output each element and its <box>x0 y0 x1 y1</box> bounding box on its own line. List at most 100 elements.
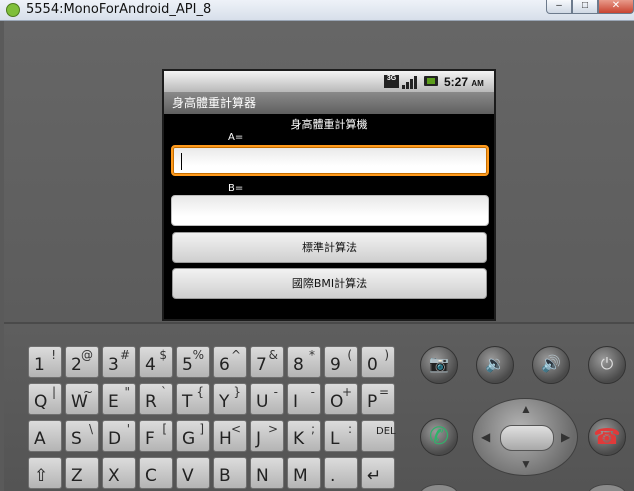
window-title-bar: 5554:MonoForAndroid_API_8 – □ ✕ <box>0 0 634 21</box>
key-row2-0[interactable]: Q | <box>28 383 62 415</box>
dpad-left-icon[interactable]: ◀ <box>481 430 490 444</box>
dpad-center-button[interactable] <box>500 425 554 451</box>
dpad[interactable]: ▲ ▼ ◀ ▶ <box>472 398 578 476</box>
volume-up-button[interactable]: 🔊 <box>532 346 570 384</box>
key-row2-7[interactable]: I- <box>287 383 321 415</box>
call-button[interactable]: ✆ <box>420 418 458 456</box>
end-call-button[interactable]: ☎ <box>588 418 626 456</box>
app-title-bar: 身高體重計算器 <box>164 92 494 114</box>
key-label: I <box>293 392 299 412</box>
key-alt-label: + <box>341 385 352 399</box>
key-alt-label: ` <box>161 385 167 399</box>
key-label: 4 <box>145 355 156 375</box>
input-a-field[interactable] <box>171 145 489 176</box>
key-label: ⇧ <box>34 466 49 486</box>
key-row3-9[interactable]: DEL <box>361 420 396 452</box>
key-label: K <box>293 429 305 449</box>
bmi-calc-button[interactable]: 國際BMI計算法 <box>172 268 487 299</box>
key-row2-5[interactable]: Y} <box>213 383 247 415</box>
key-row4-3[interactable]: C <box>139 457 173 489</box>
key-alt-label: < <box>230 422 241 436</box>
key-label: P <box>367 392 378 412</box>
key-row2-9[interactable]: P = <box>361 383 395 415</box>
key-label: L <box>330 429 340 449</box>
key-alt-label: & <box>268 348 278 362</box>
key-row1-4[interactable]: 5% <box>176 346 210 378</box>
device-screen: 3G 5:27 AM 身高體重計算器 身高體重計算機 A= B= 標準計算法 國… <box>162 69 496 321</box>
key-row3-3[interactable]: F[ <box>139 420 173 452</box>
key-label: 8 <box>293 355 304 375</box>
key-row2-2[interactable]: E " <box>102 383 136 415</box>
power-button[interactable]: ⏻ <box>588 346 626 384</box>
dpad-right-icon[interactable]: ▶ <box>561 430 570 444</box>
key-row2-4[interactable]: T{ <box>176 383 210 415</box>
key-row1-0[interactable]: 1! <box>28 346 62 378</box>
key-row2-6[interactable]: U- <box>250 383 284 415</box>
key-row3-8[interactable]: L: <box>324 420 358 452</box>
key-alt-label: } <box>233 385 241 399</box>
input-b-field[interactable] <box>171 195 489 226</box>
key-row3-1[interactable]: S \ <box>65 420 99 452</box>
key-label: . <box>330 466 336 486</box>
key-row4-8[interactable]: . <box>324 457 358 489</box>
key-row1-9[interactable]: 0) <box>361 346 395 378</box>
key-label: Y <box>219 392 230 412</box>
status-clock: 5:27 AM <box>444 75 484 89</box>
key-row1-8[interactable]: 9( <box>324 346 358 378</box>
key-alt-label: ! <box>51 348 56 362</box>
key-row4-4[interactable]: V <box>176 457 210 489</box>
key-row4-7[interactable]: M <box>287 457 321 489</box>
key-label: 3 <box>108 355 119 375</box>
key-row2-3[interactable]: R ` <box>139 383 173 415</box>
key-row3-2[interactable]: D ' <box>102 420 136 452</box>
key-alt-label: : <box>347 422 352 436</box>
dpad-up-icon[interactable]: ▲ <box>520 402 532 416</box>
key-alt-label: ( <box>347 348 352 362</box>
key-label: DEL <box>376 426 396 437</box>
key-label: R <box>145 392 157 412</box>
key-row1-7[interactable]: 8 * <box>287 346 321 378</box>
network-3g-icon: 3G <box>384 75 399 88</box>
key-row3-0[interactable]: A <box>28 420 62 452</box>
key-row3-7[interactable]: K; <box>287 420 321 452</box>
key-row1-3[interactable]: 4 $ <box>139 346 173 378</box>
key-label: J <box>256 429 262 449</box>
maximize-button[interactable]: □ <box>572 0 598 14</box>
key-row3-4[interactable]: G] <box>176 420 210 452</box>
key-row3-6[interactable]: J > <box>250 420 284 452</box>
key-row4-1[interactable]: Z <box>65 457 99 489</box>
key-row4-2[interactable]: X <box>102 457 136 489</box>
key-alt-label: \ <box>88 422 93 436</box>
key-row1-5[interactable]: 6 ^ <box>213 346 247 378</box>
key-alt-label: ~ <box>82 385 93 399</box>
key-row1-6[interactable]: 7 & <box>250 346 284 378</box>
key-row1-2[interactable]: 3 # <box>102 346 136 378</box>
key-alt-label: > <box>267 422 278 436</box>
key-row1-1[interactable]: 2 @ <box>65 346 99 378</box>
key-row4-9[interactable]: ↵ <box>361 457 395 489</box>
standard-calc-button[interactable]: 標準計算法 <box>172 232 487 263</box>
key-label: A <box>34 429 46 449</box>
page-heading: 身高體重計算機 <box>290 118 368 131</box>
minimize-button[interactable]: – <box>546 0 572 14</box>
key-label: X <box>108 466 120 486</box>
close-button[interactable]: ✕ <box>598 0 634 14</box>
key-label: C <box>145 466 157 486</box>
key-label: M <box>293 466 308 486</box>
key-row2-1[interactable]: W ~ <box>65 383 99 415</box>
key-label: 7 <box>256 355 267 375</box>
key-row4-5[interactable]: B <box>213 457 247 489</box>
volume-down-button[interactable]: 🔉 <box>476 346 514 384</box>
key-label: 5 <box>182 355 193 375</box>
key-alt-label: ^ <box>230 348 241 362</box>
android-app-icon <box>6 3 20 17</box>
label-b: B= <box>228 183 244 194</box>
key-row2-8[interactable]: O + <box>324 383 358 415</box>
key-row4-6[interactable]: N <box>250 457 284 489</box>
key-label: Q <box>34 392 48 412</box>
key-alt-label: ) <box>384 348 389 362</box>
camera-button[interactable]: 📷 <box>420 346 458 384</box>
key-row4-0[interactable]: ⇧ <box>28 457 62 489</box>
dpad-down-icon[interactable]: ▼ <box>520 457 532 471</box>
key-row3-5[interactable]: H < <box>213 420 247 452</box>
